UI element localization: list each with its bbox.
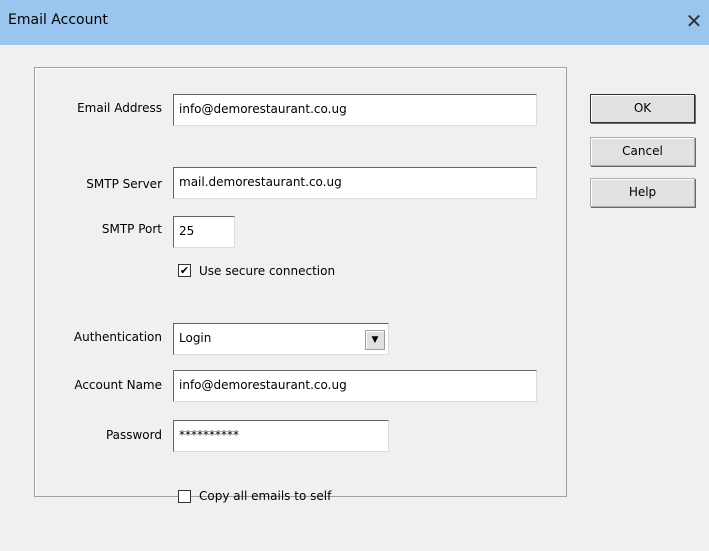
smtp-server-label: SMTP Server: [86, 177, 162, 191]
account-name-label: Account Name: [74, 378, 162, 392]
window-title: Email Account: [8, 12, 108, 28]
help-button[interactable]: Help: [590, 178, 695, 207]
close-icon[interactable]: ✕: [683, 10, 705, 32]
smtp-port-field[interactable]: 25: [173, 216, 235, 248]
authentication-value: Login: [179, 331, 212, 345]
email-address-field[interactable]: info@demorestaurant.co.ug: [173, 94, 537, 126]
smtp-server-field[interactable]: mail.demorestaurant.co.ug: [173, 167, 537, 199]
check-icon: ✔: [179, 264, 190, 277]
secure-connection-label: Use secure connection: [199, 264, 336, 278]
password-field[interactable]: **********: [173, 420, 389, 452]
copy-emails-checkbox[interactable]: [178, 490, 191, 503]
password-label: Password: [105, 428, 162, 442]
ok-button[interactable]: OK: [590, 94, 695, 123]
account-name-field[interactable]: info@demorestaurant.co.ug: [173, 370, 537, 402]
authentication-select[interactable]: Login: [173, 323, 389, 355]
email-address-label: Email Address: [77, 101, 162, 115]
authentication-label: Authentication: [73, 330, 162, 344]
secure-connection-checkbox[interactable]: ✔: [178, 264, 191, 277]
copy-emails-label: Copy all emails to self: [199, 489, 332, 503]
cancel-button[interactable]: Cancel: [590, 137, 695, 166]
chevron-down-icon[interactable]: ▼: [365, 330, 385, 350]
title-bar: Email Account ✕: [0, 0, 709, 45]
smtp-port-label: SMTP Port: [101, 222, 162, 236]
